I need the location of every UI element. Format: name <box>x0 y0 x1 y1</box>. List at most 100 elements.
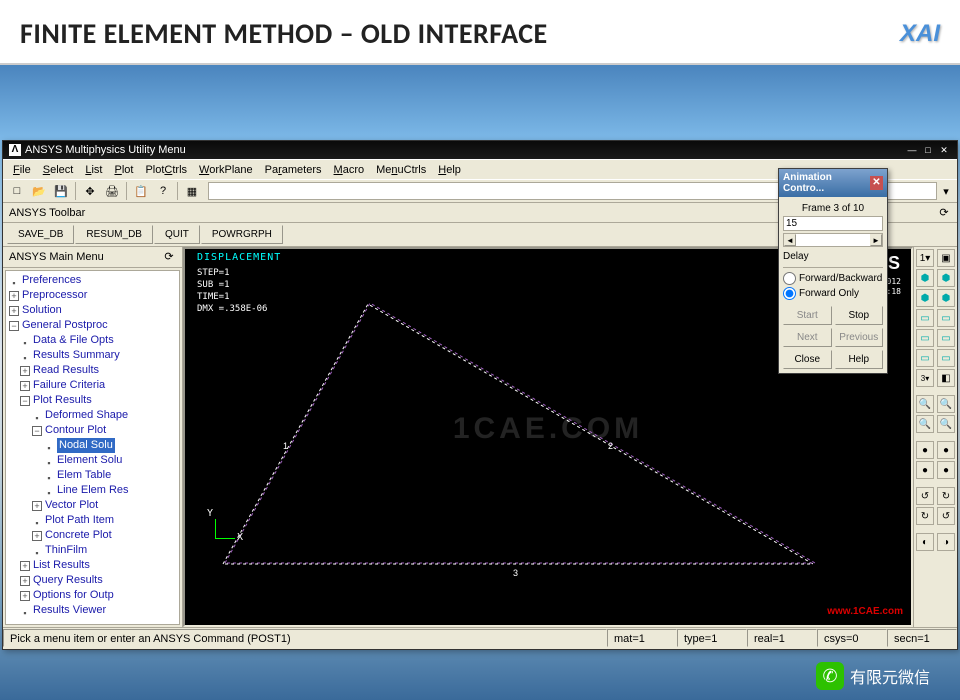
help-button[interactable]: Help <box>835 350 884 369</box>
bullet-icon[interactable]: ▪ <box>20 336 30 346</box>
new-button[interactable]: □ <box>7 181 27 201</box>
maximize-button[interactable]: □ <box>921 144 935 156</box>
expand-icon[interactable] <box>20 591 30 601</box>
menu-parameters[interactable]: Parameters <box>259 162 328 178</box>
delay-input[interactable] <box>783 216 883 231</box>
previous-button[interactable]: Previous <box>835 328 884 347</box>
bullet-icon[interactable]: ▪ <box>32 411 42 421</box>
rotate-z-neg-icon[interactable]: ↺ <box>916 487 934 505</box>
close-button[interactable]: ✕ <box>937 144 951 156</box>
bullet-icon[interactable]: ▪ <box>44 441 54 451</box>
next-button[interactable]: Next <box>783 328 832 347</box>
menu-help[interactable]: Help <box>432 162 467 178</box>
menu-plotctrls[interactable]: PlotCtrls <box>139 162 193 178</box>
side-view-icon[interactable]: ▭ <box>937 329 955 347</box>
resum-db-button[interactable]: RESUM_DB <box>75 225 153 244</box>
tree-item-label[interactable]: Solution <box>22 303 62 318</box>
collapse-icon[interactable] <box>9 321 19 331</box>
collapse-icon[interactable] <box>20 396 30 406</box>
bullet-icon[interactable]: ▪ <box>44 471 54 481</box>
bullet-icon[interactable]: ▪ <box>9 276 19 286</box>
tree-item-label[interactable]: Preferences <box>22 273 81 288</box>
front-view-icon[interactable]: ▭ <box>916 309 934 327</box>
expand-icon[interactable] <box>20 381 30 391</box>
expand-icon[interactable] <box>20 366 30 376</box>
tree-item-label[interactable]: Results Summary <box>33 348 120 363</box>
tree-item[interactable]: List Results <box>8 558 177 573</box>
dialog-titlebar[interactable]: Animation Contro... ✕ <box>779 169 887 197</box>
dropdown-arrow[interactable]: ▾ <box>939 181 953 201</box>
expand-icon[interactable] <box>20 561 30 571</box>
save-db-button[interactable]: SAVE_DB <box>7 225 74 244</box>
quit-button[interactable]: QUIT <box>154 225 200 244</box>
open-button[interactable]: 📂 <box>29 181 49 201</box>
menu-workplane[interactable]: WorkPlane <box>193 162 259 178</box>
tree-item[interactable]: Concrete Plot <box>8 528 177 543</box>
bullet-icon[interactable]: ▪ <box>32 546 42 556</box>
slider-left-icon[interactable]: ◄ <box>784 234 796 246</box>
fit-view-icon[interactable]: ▣ <box>937 249 955 267</box>
bullet-icon[interactable]: ▪ <box>20 606 30 616</box>
slider-right-icon[interactable]: ► <box>870 234 882 246</box>
tree-item[interactable]: ▪Elem Table <box>8 468 177 483</box>
pan-down-icon[interactable]: ● <box>916 461 934 479</box>
delay-slider[interactable]: ◄ ► <box>783 233 883 247</box>
print-button[interactable]: 🖨 <box>102 181 122 201</box>
menu-menuctrls[interactable]: MenuCtrls <box>370 162 432 178</box>
zoom-box-icon[interactable]: ◧ <box>937 369 955 387</box>
iso-view-icon[interactable]: ⬢ <box>916 269 934 287</box>
tree-item-label[interactable]: Concrete Plot <box>45 528 112 543</box>
refresh-icon[interactable]: ⟳ <box>937 206 951 220</box>
oblique-view-icon[interactable]: ⬢ <box>916 289 934 307</box>
zoom-out-icon[interactable]: 🔍 <box>916 415 934 433</box>
tree-item[interactable]: ▪Results Viewer <box>8 603 177 618</box>
tree-item-label[interactable]: ThinFilm <box>45 543 87 558</box>
tree-item[interactable]: ▪Nodal Solu <box>8 438 177 453</box>
pan-left-icon[interactable]: ● <box>937 441 955 459</box>
menu-plot[interactable]: Plot <box>108 162 139 178</box>
rotate-z-pos-icon[interactable]: ↻ <box>916 507 934 525</box>
menu-list[interactable]: List <box>79 162 108 178</box>
bullet-icon[interactable]: ▪ <box>44 486 54 496</box>
tree-item[interactable]: Read Results <box>8 363 177 378</box>
zoom-back-icon[interactable]: 🔍 <box>937 415 955 433</box>
tree-item[interactable]: ▪Deformed Shape <box>8 408 177 423</box>
zoom-win-icon[interactable]: 🔍 <box>937 395 955 413</box>
expand-icon[interactable] <box>9 291 19 301</box>
wp-view-icon[interactable]: ▭ <box>937 349 955 367</box>
image-button[interactable]: ▦ <box>182 181 202 201</box>
stop-button[interactable]: Stop <box>835 306 884 325</box>
tree-item-label[interactable]: List Results <box>33 558 90 573</box>
pan-button[interactable]: ✥ <box>80 181 100 201</box>
right-view-icon[interactable]: ⬢ <box>937 269 955 287</box>
tree-item[interactable]: Contour Plot <box>8 423 177 438</box>
tree-item[interactable]: ▪Element Solu <box>8 453 177 468</box>
tree-item[interactable]: General Postproc <box>8 318 177 333</box>
tree-item-label[interactable]: Data & File Opts <box>33 333 114 348</box>
menu-select[interactable]: Select <box>37 162 80 178</box>
tree-item-label[interactable]: Failure Criteria <box>33 378 105 393</box>
tree-item[interactable]: Options for Outp <box>8 588 177 603</box>
rate-select[interactable]: 3▾ <box>916 369 934 387</box>
tree-item-label[interactable]: Results Viewer <box>33 603 106 618</box>
report-button[interactable]: 📋 <box>131 181 151 201</box>
tree-item[interactable]: Solution <box>8 303 177 318</box>
tree-item[interactable]: ▪Data & File Opts <box>8 333 177 348</box>
main-menu-tree[interactable]: ▪PreferencesPreprocessorSolutionGeneral … <box>5 270 180 625</box>
back-view-icon[interactable]: ▭ <box>916 329 934 347</box>
start-button[interactable]: Start <box>783 306 832 325</box>
tree-item-label[interactable]: General Postproc <box>22 318 108 333</box>
bottom-view-icon[interactable]: ▭ <box>937 309 955 327</box>
pan-up-icon[interactable]: ● <box>916 441 934 459</box>
tree-item-label[interactable]: Elem Table <box>57 468 111 483</box>
dialog-close-button[interactable]: ✕ <box>870 176 883 190</box>
expand-icon[interactable] <box>20 576 30 586</box>
tree-item[interactable]: ▪Plot Path Item <box>8 513 177 528</box>
tree-item[interactable]: Preprocessor <box>8 288 177 303</box>
tree-item[interactable]: Failure Criteria <box>8 378 177 393</box>
tree-item-label[interactable]: Contour Plot <box>45 423 106 438</box>
powrgrph-button[interactable]: POWRGRPH <box>201 225 283 244</box>
tree-item-label[interactable]: Preprocessor <box>22 288 87 303</box>
tree-item-label[interactable]: Plot Path Item <box>45 513 114 528</box>
tree-item[interactable]: Vector Plot <box>8 498 177 513</box>
